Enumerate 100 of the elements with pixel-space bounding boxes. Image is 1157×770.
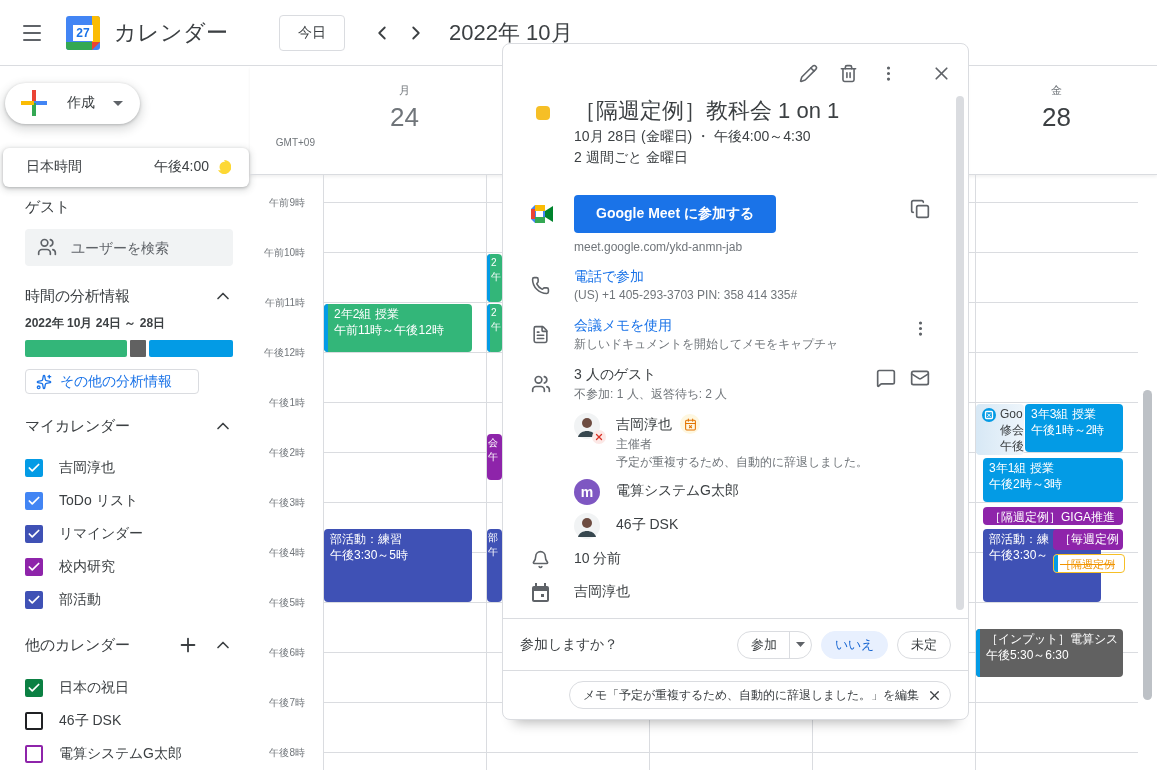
event-text: 午 (491, 270, 501, 284)
calendar-name: 吉岡淳也 (59, 458, 115, 477)
guest-avatar: m (574, 479, 600, 505)
timezone-label: 日本時間 (26, 158, 83, 177)
guest-summary: 不参加: 1 人、返答待ち: 2 人 (574, 386, 729, 403)
rsvp-button[interactable]: 参加 (737, 630, 812, 659)
event-text: 午後2時～3時 (989, 476, 1063, 492)
calendar-checkbox[interactable] (25, 678, 43, 697)
guest-count: 3 人のゲスト (574, 365, 657, 384)
today-button[interactable]: 今日 (279, 14, 345, 51)
video-call-icon (531, 205, 553, 223)
hour-label: 午後12時 (263, 347, 305, 359)
day-number[interactable]: 28 (1042, 102, 1071, 133)
event-text: 修会 (1000, 422, 1024, 438)
weekday-label: 金 (1051, 83, 1062, 98)
calendar-event[interactable]: 会 午 (487, 434, 502, 480)
date-range: 2022年 10月 24日 ～ 28日 (25, 315, 167, 333)
hour-label: 午後2時 (269, 447, 305, 459)
caret-icon (113, 100, 123, 106)
calendar-event[interactable]: 部 午 (487, 529, 502, 602)
calendar-name: 46子 DSK (59, 711, 122, 730)
section-title: 他のカレンダー (25, 635, 131, 655)
event-text: 午 (488, 545, 498, 559)
app-title: カレンダー (114, 18, 228, 47)
event-text: 午後1時～2時 (1031, 422, 1105, 438)
calendar-event[interactable]: 部活動：練習 午後3:30～5時 (324, 529, 472, 602)
hour-label: 午前11時 (264, 297, 305, 309)
document-icon (531, 325, 550, 344)
period-title: 2022年 10月 (449, 18, 573, 47)
calendar-checkbox[interactable] (25, 590, 43, 609)
calendar-checkbox[interactable] (25, 491, 43, 510)
guest-name: 電算システムG太郎 (616, 481, 739, 500)
section-title: ゲスト (25, 198, 71, 218)
scrollbar[interactable] (956, 96, 964, 610)
hour-label: 午後5時 (269, 597, 305, 609)
copy-icon[interactable] (910, 199, 930, 219)
guest-name: 吉岡淳也 (616, 415, 672, 434)
chat-icon[interactable] (876, 368, 896, 388)
event-text: 午後3:30～ (989, 547, 1049, 563)
phone-details: (US) +1 405-293-3703 PIN: 358 414 335# (574, 287, 799, 304)
calendar-checkbox[interactable] (25, 458, 43, 477)
timezone-offset: GMT+09 (275, 137, 315, 148)
weekday-label: 月 (399, 83, 410, 98)
guest-note: 予定が重複するため、自動的に辞退しました。 (616, 454, 869, 471)
event-text: 午後 (1000, 438, 1024, 454)
hour-label: 午後1時 (269, 397, 305, 409)
reminder-text: 10 分前 (574, 549, 622, 568)
guests-icon (531, 374, 551, 394)
rsvp-button[interactable]: いいえ (821, 630, 888, 659)
calendar-event[interactable]: ［毎週定例 (1053, 529, 1123, 550)
calendar-checkbox[interactable] (25, 711, 43, 730)
event-text: 会 (488, 436, 498, 450)
calendar-checkbox[interactable] (25, 524, 43, 543)
calendar-event[interactable]: Goo 修会 午後 (976, 404, 1024, 455)
event-text: 午前11時～午後12時 (334, 322, 444, 338)
hour-label: 午後4時 (269, 547, 305, 559)
more-insights-button[interactable]: その他の分析情報 (25, 369, 199, 394)
hour-label: 午後3時 (269, 497, 305, 509)
plus-icon (21, 90, 47, 117)
event-text: ［インプット］電算シス (986, 631, 1118, 647)
calendar-name: ToDo リスト (59, 491, 138, 510)
event-text: 部活動：練習 (330, 531, 403, 547)
calendar-icon (531, 583, 550, 603)
calendar-event[interactable]: ［隔週定例］GIGA推進 (983, 506, 1123, 525)
event-text: 部活動：練 (989, 531, 1049, 547)
calendar-event[interactable]: ［インプット］電算シス 午後5:30～6:30 (976, 629, 1123, 677)
calendar-icon (982, 408, 996, 422)
hour-label: 午後8時 (269, 747, 305, 759)
guest-search-field[interactable]: ユーザーを検索 (25, 229, 233, 267)
calendar-checkbox[interactable] (25, 557, 43, 576)
caret-icon (796, 642, 805, 647)
edit-icon[interactable] (799, 63, 818, 83)
section-title: マイカレンダー (25, 416, 131, 436)
event-title: ［隔週定例］教科会 1 on 1 (574, 97, 841, 125)
delete-icon[interactable] (839, 63, 858, 83)
scrollbar[interactable] (1143, 390, 1152, 700)
calendar-checkbox[interactable] (25, 744, 43, 763)
event-text: 2 (491, 306, 498, 320)
hour-label: 午後6時 (269, 647, 305, 659)
rsvp-button[interactable]: 未定 (897, 630, 951, 659)
event-text: 午後3:30～5時 (330, 547, 409, 563)
calendar-name: 日本の祝日 (59, 678, 129, 697)
event-text: 部 (488, 531, 498, 545)
event-text: 午 (488, 450, 498, 464)
event-text: 2 (491, 256, 498, 270)
edit-note-chip[interactable]: メモ「予定が重複するため、自動的に辞退しました。」を編集 (569, 681, 951, 709)
mail-icon[interactable] (910, 368, 930, 388)
day-number[interactable]: 24 (390, 102, 419, 133)
event-text: 3年3組 授業 (1031, 406, 1097, 422)
hour-label: 午前10時 (263, 247, 305, 259)
guest-avatar (574, 513, 600, 539)
event-text: 午 (491, 320, 501, 334)
event-text: Goo (1000, 406, 1024, 422)
join-meet-button[interactable]: Google Meet に参加する (574, 195, 776, 233)
join-by-phone-link[interactable]: 電話で参加 (574, 266, 644, 286)
phone-icon (531, 276, 550, 295)
hour-label: 午後7時 (269, 697, 305, 709)
create-button[interactable]: 作成 (5, 83, 140, 124)
meeting-notes-link[interactable]: 会議メモを使用 (574, 315, 672, 335)
event-recurrence: 2 週間ごと 金曜日 (574, 148, 689, 167)
